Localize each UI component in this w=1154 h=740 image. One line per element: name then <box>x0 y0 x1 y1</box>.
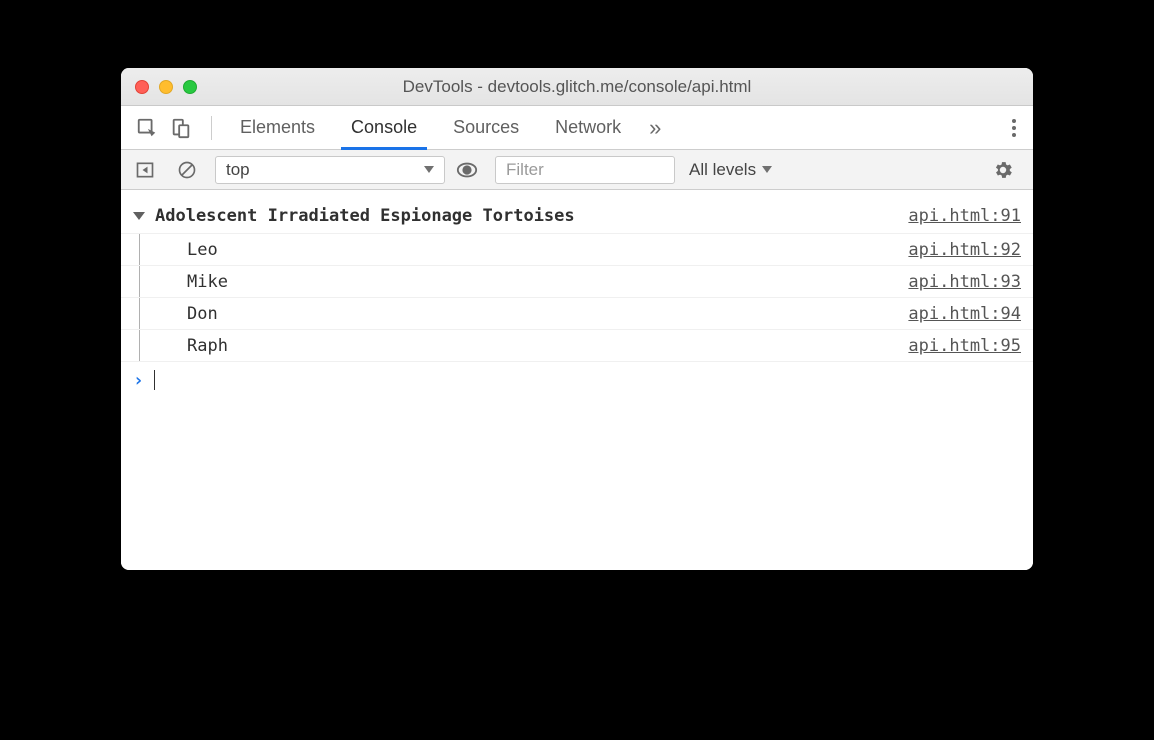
console-input[interactable]: › <box>121 362 1033 398</box>
log-entry: Mike api.html:93 <box>121 266 1033 298</box>
device-toolbar-icon[interactable] <box>167 114 195 142</box>
source-link[interactable]: api.html:95 <box>908 336 1021 356</box>
console-output: Adolescent Irradiated Espionage Tortoise… <box>121 190 1033 570</box>
source-link[interactable]: api.html:93 <box>908 272 1021 292</box>
text-cursor <box>154 370 156 390</box>
filter-input[interactable] <box>495 156 675 184</box>
log-text: Leo <box>187 240 218 260</box>
inspect-element-icon[interactable] <box>133 114 161 142</box>
prompt-chevron-icon: › <box>133 370 144 391</box>
source-link[interactable]: api.html:91 <box>908 206 1021 226</box>
tab-console[interactable]: Console <box>333 106 435 149</box>
levels-label: All levels <box>689 160 756 180</box>
log-text: Don <box>187 304 218 324</box>
source-link[interactable]: api.html:94 <box>908 304 1021 324</box>
traffic-lights <box>135 80 197 94</box>
main-toolbar: Elements Console Sources Network » <box>121 106 1033 150</box>
log-group-header[interactable]: Adolescent Irradiated Espionage Tortoise… <box>121 198 1033 234</box>
tab-network[interactable]: Network <box>537 106 639 149</box>
tab-sources[interactable]: Sources <box>435 106 537 149</box>
fullscreen-window-button[interactable] <box>183 80 197 94</box>
tabs-overflow-button[interactable]: » <box>639 115 671 141</box>
chevron-down-icon <box>762 166 772 173</box>
live-expression-icon[interactable] <box>453 156 481 184</box>
console-toolbar: top All levels <box>121 150 1033 190</box>
tab-elements[interactable]: Elements <box>222 106 333 149</box>
log-text: Raph <box>187 336 228 356</box>
console-settings-icon[interactable] <box>989 156 1017 184</box>
close-window-button[interactable] <box>135 80 149 94</box>
clear-console-icon[interactable] <box>173 156 201 184</box>
log-text: Mike <box>187 272 228 292</box>
execution-context-select[interactable]: top <box>215 156 445 184</box>
log-levels-select[interactable]: All levels <box>683 160 778 180</box>
minimize-window-button[interactable] <box>159 80 173 94</box>
group-indent <box>139 330 159 361</box>
window-title: DevTools - devtools.glitch.me/console/ap… <box>121 77 1033 97</box>
titlebar: DevTools - devtools.glitch.me/console/ap… <box>121 68 1033 106</box>
panel-tabs: Elements Console Sources Network » <box>222 106 671 149</box>
toggle-drawer-icon[interactable] <box>131 156 159 184</box>
source-link[interactable]: api.html:92 <box>908 240 1021 260</box>
log-entry: Don api.html:94 <box>121 298 1033 330</box>
group-indent <box>139 298 159 329</box>
group-indent <box>139 266 159 297</box>
context-label: top <box>226 160 250 180</box>
settings-menu-button[interactable] <box>1007 117 1021 139</box>
devtools-window: DevTools - devtools.glitch.me/console/ap… <box>121 68 1033 570</box>
log-entry: Raph api.html:95 <box>121 330 1033 362</box>
log-entry: Leo api.html:92 <box>121 234 1033 266</box>
disclosure-triangle-icon[interactable] <box>133 212 145 220</box>
group-indent <box>139 234 159 265</box>
divider <box>211 116 212 140</box>
group-title: Adolescent Irradiated Espionage Tortoise… <box>155 206 575 226</box>
chevron-down-icon <box>424 166 434 173</box>
